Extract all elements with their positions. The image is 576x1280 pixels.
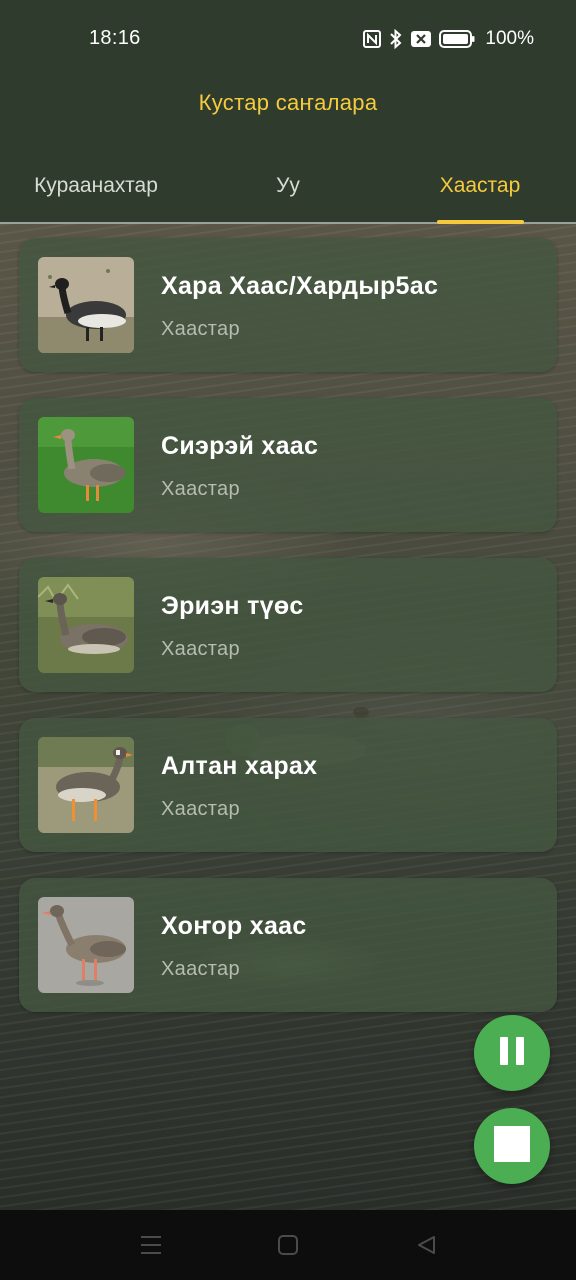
greylag-goose-photo — [38, 417, 134, 513]
menu-icon[interactable] — [138, 1232, 164, 1258]
stop-icon — [494, 1125, 530, 1167]
bird-name: Алтан харах — [161, 752, 318, 780]
bird-name: Эриэн түөс — [161, 592, 304, 620]
screen: 18:16 100% Кустар саҥалара Кураанахтар У… — [0, 0, 576, 1280]
bird-name: Сиэрэй хаас — [161, 432, 319, 460]
bird-category: Хаастар — [161, 478, 240, 500]
bird-name: Хара Хаас/Хардыр5ас — [161, 272, 439, 300]
system-nav-bar — [0, 1210, 576, 1280]
bird-card[interactable]: Хоҥор хаас Хаастар — [19, 878, 557, 1012]
greylag-on-road-photo — [38, 897, 134, 993]
bird-card[interactable]: Алтан харах Хаастар — [19, 718, 557, 852]
bird-category: Хаастар — [161, 958, 240, 980]
stop-button[interactable] — [474, 1108, 550, 1184]
bird-category: Хаастар — [161, 798, 240, 820]
pause-icon — [498, 1036, 526, 1071]
bird-card[interactable]: Сиэрэй хаас Хаастар — [19, 398, 557, 532]
pause-button[interactable] — [474, 1015, 550, 1091]
bean-goose-photo — [38, 577, 134, 673]
home-icon[interactable] — [275, 1232, 301, 1258]
bird-category: Хаастар — [161, 318, 240, 340]
brant-photo — [38, 257, 134, 353]
bird-card[interactable]: Эриэн түөс Хаастар — [19, 558, 557, 692]
bird-category: Хаастар — [161, 638, 240, 660]
white-fronted-goose-photo — [38, 737, 134, 833]
bird-name: Хоҥор хаас — [161, 912, 307, 940]
back-icon[interactable] — [413, 1232, 439, 1258]
bird-card[interactable]: Хара Хаас/Хардыр5ас Хаастар — [19, 238, 557, 372]
